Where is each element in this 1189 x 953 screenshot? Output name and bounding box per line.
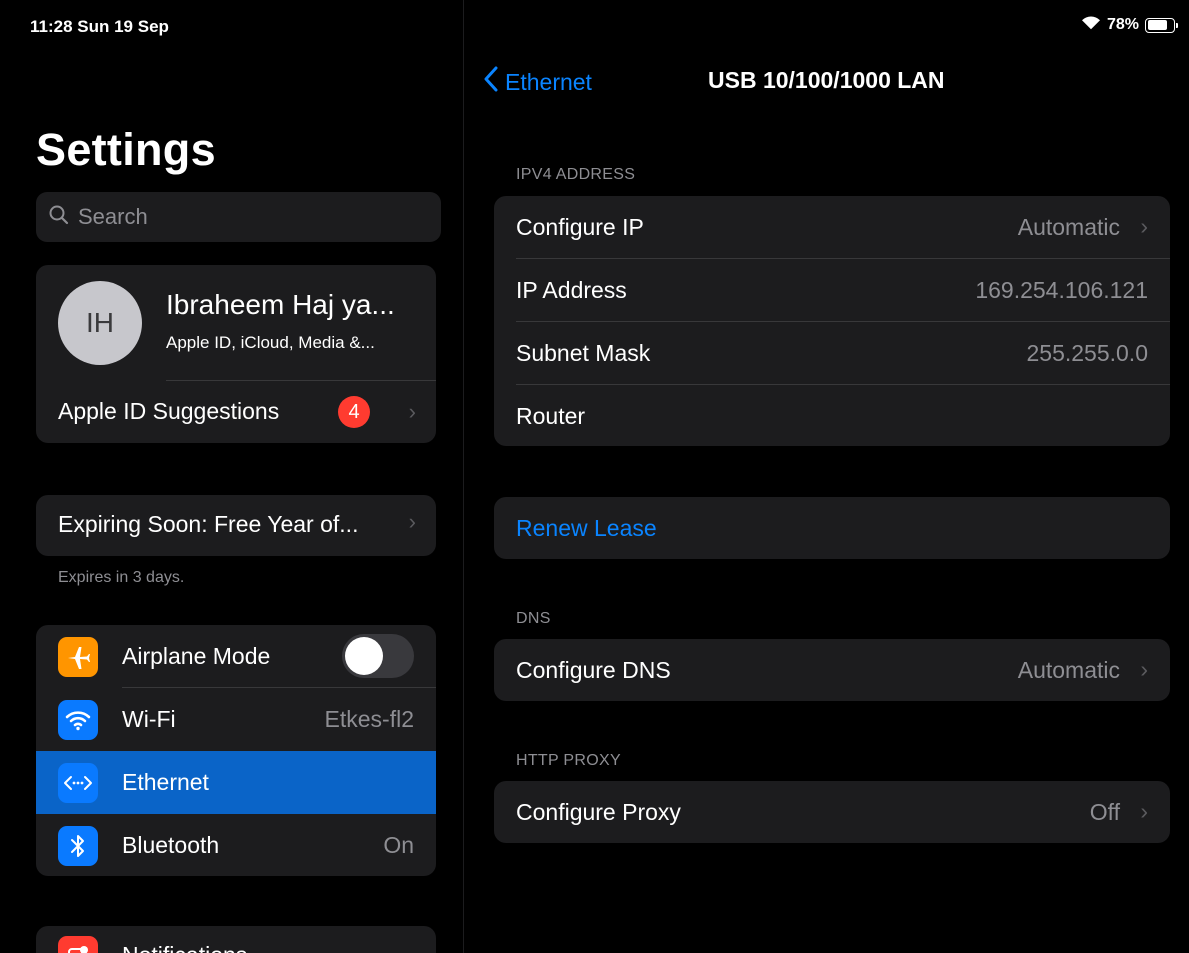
configure-dns-row[interactable]: Configure DNS Automatic › xyxy=(494,639,1170,701)
sidebar-item-label: Ethernet xyxy=(122,769,209,795)
sidebar-item-ethernet[interactable]: Ethernet xyxy=(36,751,436,814)
toggle-knob xyxy=(345,637,383,675)
wifi-icon xyxy=(58,700,98,740)
sidebar-item-value: On xyxy=(383,832,414,858)
suggestions-label: Apple ID Suggestions xyxy=(58,398,280,424)
status-indicators: 78% xyxy=(1081,15,1178,35)
ipv4-section-header: IPV4 ADDRESS xyxy=(516,166,636,183)
apple-id-suggestions-row[interactable]: Apple ID Suggestions 4 › xyxy=(36,380,436,443)
profile-name: Ibraheem Haj ya... xyxy=(166,289,395,320)
chevron-right-icon: › xyxy=(408,398,416,424)
back-label: Ethernet xyxy=(505,68,592,95)
configure-ip-row[interactable]: Configure IP Automatic › xyxy=(494,196,1170,259)
search-field[interactable]: Search xyxy=(36,192,441,242)
expiring-label: Expiring Soon: Free Year of... xyxy=(58,511,359,537)
back-button[interactable]: Ethernet xyxy=(483,66,592,98)
proxy-group: Configure Proxy Off › xyxy=(494,781,1170,843)
row-label: Router xyxy=(516,403,586,429)
dns-section-header: DNS xyxy=(516,610,551,627)
sidebar-item-label: Airplane Mode xyxy=(122,643,271,669)
airplane-mode-toggle[interactable] xyxy=(342,634,414,678)
ipv4-group: Configure IP Automatic › IP Address 169.… xyxy=(494,196,1170,446)
chevron-left-icon xyxy=(483,66,499,98)
row-label: IP Address xyxy=(516,277,627,303)
sidebar-item-bluetooth[interactable]: Bluetooth On xyxy=(36,814,436,876)
notification-badge: 4 xyxy=(338,396,370,428)
sidebar-item-label: Bluetooth xyxy=(122,832,220,858)
ethernet-detail-pane: Ethernet USB 10/100/1000 LAN IPV4 ADDRES… xyxy=(465,0,1189,953)
profile-card: IH Ibraheem Haj ya... Apple ID, iCloud, … xyxy=(36,265,436,443)
chevron-right-icon: › xyxy=(408,509,416,534)
avatar: IH xyxy=(58,281,142,365)
sidebar-item-label: Wi-Fi xyxy=(122,706,176,732)
row-value: Automatic xyxy=(1017,657,1120,683)
sidebar-item-notifications[interactable]: Notifications xyxy=(36,926,436,953)
row-label: Configure DNS xyxy=(516,657,671,683)
wifi-signal-icon xyxy=(1081,15,1101,35)
battery-percentage: 78% xyxy=(1106,16,1139,33)
battery-icon xyxy=(1145,17,1178,33)
row-label: Configure Proxy xyxy=(516,799,681,825)
sidebar-title: Settings xyxy=(36,124,216,175)
ipad-screen: Settings Search IH Ibraheem Haj ya... Ap… xyxy=(0,0,1189,953)
row-value: 169.254.106.121 xyxy=(975,277,1148,303)
row-label: Subnet Mask xyxy=(516,340,651,366)
configure-proxy-row[interactable]: Configure Proxy Off › xyxy=(494,781,1170,843)
network-settings-group: Airplane Mode Wi-Fi Etkes-fl2 Ethernet B… xyxy=(36,625,436,876)
battery-fill xyxy=(1147,20,1167,30)
row-label: Configure IP xyxy=(516,214,644,240)
sidebar-item-airplane-mode[interactable]: Airplane Mode xyxy=(36,625,436,688)
search-icon xyxy=(48,204,70,231)
sidebar-item-label: Notifications xyxy=(122,942,247,953)
airplane-icon xyxy=(58,637,98,677)
chevron-right-icon: › xyxy=(1140,213,1148,239)
expiring-soon-row[interactable]: Expiring Soon: Free Year of... › xyxy=(36,495,436,556)
chevron-right-icon: › xyxy=(1140,798,1148,824)
search-placeholder: Search xyxy=(78,204,148,229)
sidebar-item-wifi[interactable]: Wi-Fi Etkes-fl2 xyxy=(36,688,436,751)
ethernet-icon xyxy=(58,763,98,803)
row-value: 255.255.0.0 xyxy=(1026,340,1148,366)
status-time: 11:28 Sun 19 Sep xyxy=(30,17,169,36)
subnet-mask-row: Subnet Mask 255.255.0.0 xyxy=(494,322,1170,385)
renew-lease-button[interactable]: Renew Lease xyxy=(494,497,1170,559)
profile-row[interactable]: IH Ibraheem Haj ya... Apple ID, iCloud, … xyxy=(36,265,436,380)
ip-address-row: IP Address 169.254.106.121 xyxy=(494,259,1170,322)
notifications-icon xyxy=(58,936,98,953)
router-row: Router xyxy=(494,385,1170,446)
bluetooth-icon xyxy=(58,826,98,866)
row-value: Off xyxy=(1089,799,1120,825)
http-proxy-section-header: HTTP PROXY xyxy=(516,752,621,769)
dns-group: Configure DNS Automatic › xyxy=(494,639,1170,701)
chevron-right-icon: › xyxy=(1140,656,1148,682)
sidebar-item-value: Etkes-fl2 xyxy=(324,706,414,732)
expiring-note: Expires in 3 days. xyxy=(58,569,185,586)
settings-sidebar: Settings Search IH Ibraheem Haj ya... Ap… xyxy=(0,0,464,953)
row-value: Automatic xyxy=(1017,214,1120,240)
renew-lease-label: Renew Lease xyxy=(516,515,657,541)
page-title: USB 10/100/1000 LAN xyxy=(708,67,945,93)
profile-subtitle: Apple ID, iCloud, Media &... xyxy=(166,333,375,352)
renew-lease-group: Renew Lease xyxy=(494,497,1170,559)
